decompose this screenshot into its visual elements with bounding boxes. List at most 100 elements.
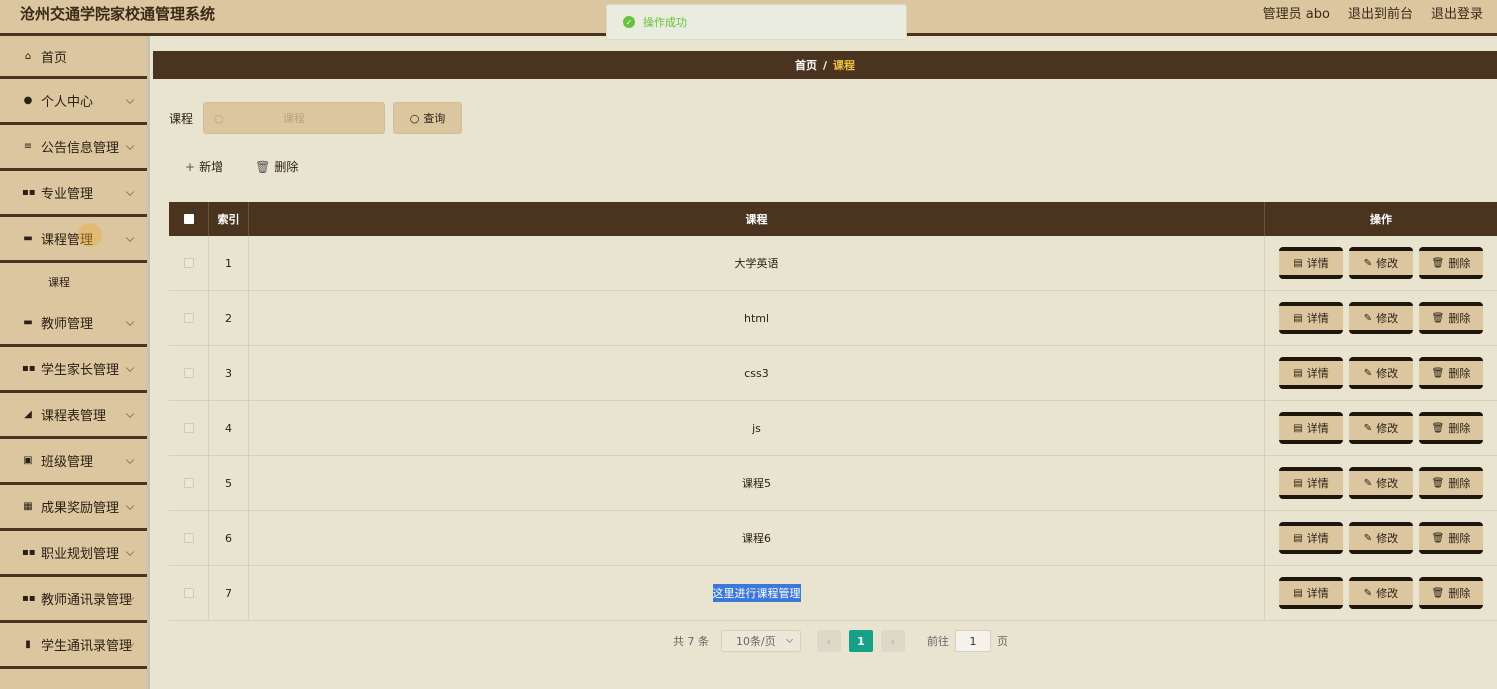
pagination-total: 共 7 条	[673, 635, 709, 648]
row-course-name: 这里进行课程管理	[249, 566, 1265, 620]
course-table: 索引 课程 操作 1 大学英语 ▤ 详情 ✎ 修改 🗑 删除 2 html ▤ 详情 ✎ 修改 🗑 删除 3 cs…	[169, 202, 1497, 621]
row-index-value: 4	[225, 421, 232, 435]
delete-button[interactable]: 🗑 删除	[1419, 412, 1483, 444]
trash-icon: 🗑	[1431, 587, 1445, 599]
detail-label: 详情	[1306, 532, 1329, 545]
chevron-right-icon: ›	[890, 634, 896, 648]
edit-button[interactable]: ✎ 修改	[1349, 412, 1413, 444]
delete-label: 删除	[1448, 587, 1471, 600]
row-operations: ▤ 详情 ✎ 修改 🗑 删除	[1265, 566, 1497, 620]
row-checkbox[interactable]	[183, 478, 194, 488]
page-number-current[interactable]: 1	[849, 630, 873, 652]
goto-page-input[interactable]: 1	[955, 630, 991, 652]
check-circle-icon: ✓	[623, 16, 635, 28]
table-row: 3 css3 ▤ 详情 ✎ 修改 🗑 删除	[169, 346, 1497, 401]
search-icon: ○	[409, 111, 420, 125]
select-all-checkbox[interactable]	[183, 214, 194, 224]
chevron-down-icon	[125, 501, 135, 510]
delete-button[interactable]: 🗑 删除	[1419, 522, 1483, 554]
edit-button[interactable]: ✎ 修改	[1349, 247, 1413, 279]
add-button[interactable]: + 新增	[185, 158, 223, 175]
detail-button[interactable]: ▤ 详情	[1279, 357, 1343, 389]
table-row: 6 课程6 ▤ 详情 ✎ 修改 🗑 删除	[169, 511, 1497, 566]
chevron-down-icon	[125, 317, 135, 326]
row-checkbox[interactable]	[183, 588, 194, 598]
edit-button[interactable]: ✎ 修改	[1349, 577, 1413, 609]
detail-button[interactable]: ▤ 详情	[1279, 302, 1343, 334]
document-icon: ▤	[1293, 367, 1303, 379]
sidebar-item-student-contacts[interactable]: ▮ 学生通讯录管理	[0, 623, 147, 669]
breadcrumb-home[interactable]: 首页	[795, 57, 817, 73]
sidebar-item-classes[interactable]: ▣ 班级管理	[0, 439, 147, 485]
delete-button[interactable]: 🗑 删除	[1419, 467, 1483, 499]
table-body: 1 大学英语 ▤ 详情 ✎ 修改 🗑 删除 2 html ▤ 详情 ✎ 修改 🗑 删除 3 css3 ▤ 详情 ✎ 修改 🗑…	[169, 236, 1497, 621]
edit-button[interactable]: ✎ 修改	[1349, 467, 1413, 499]
row-checkbox[interactable]	[183, 423, 194, 433]
logout-link[interactable]: 退出登录	[1431, 3, 1483, 22]
edit-button[interactable]: ✎ 修改	[1349, 357, 1413, 389]
sidebar-item-majors[interactable]: ▪▪ 专业管理	[0, 171, 147, 217]
detail-button[interactable]: ▤ 详情	[1279, 247, 1343, 279]
delete-button[interactable]: 🗑 删除	[1419, 247, 1483, 279]
action-row: + 新增 🗑 删除	[185, 158, 298, 175]
sidebar-item-label: 个人中心	[41, 95, 94, 110]
sidebar-item-label: 班级管理	[41, 455, 94, 470]
search-icon: ○	[214, 111, 224, 125]
sidebar-subitem-course[interactable]: 课程	[0, 263, 147, 301]
chevron-down-icon	[125, 409, 135, 418]
search-input[interactable]: ○ 课程	[203, 102, 386, 134]
row-checkbox[interactable]	[183, 368, 194, 378]
delete-button[interactable]: 🗑 删除	[1419, 577, 1483, 609]
edit-label: 修改	[1376, 367, 1399, 380]
page-size-select[interactable]: 10条/页	[721, 630, 801, 652]
row-index: 2	[209, 291, 249, 345]
query-button[interactable]: ○ 查询	[393, 102, 463, 134]
chart-icon: ◢	[24, 409, 32, 420]
batch-delete-label: 删除	[274, 160, 299, 174]
row-checkbox[interactable]	[183, 258, 194, 268]
edit-label: 修改	[1376, 422, 1399, 435]
trash-icon: 🗑	[1431, 477, 1445, 489]
sidebar-item-timetable[interactable]: ◢ 课程表管理	[0, 393, 147, 439]
plus-icon: +	[185, 160, 196, 174]
pencil-icon: ✎	[1363, 422, 1373, 434]
row-index: 7	[209, 566, 249, 620]
edit-button[interactable]: ✎ 修改	[1349, 522, 1413, 554]
row-checkbox-cell	[169, 511, 209, 565]
detail-label: 详情	[1306, 422, 1329, 435]
main-content: 首页 / 课程 课程 ○ 课程 ○ 查询 + 新增 🗑 删除 索引 课程 操作 1大…	[153, 36, 1497, 689]
sidebar-item-profile[interactable]: ● 个人中心	[0, 79, 147, 125]
detail-button[interactable]: ▤ 详情	[1279, 412, 1343, 444]
sidebar-item-parents[interactable]: ▪▪ 学生家长管理	[0, 347, 147, 393]
sidebar-item-home[interactable]: ⌂ 首页	[0, 36, 147, 79]
row-index: 4	[209, 401, 249, 455]
sidebar-item-teacher-contacts[interactable]: ▪▪ 教师通讯录管理	[0, 577, 147, 623]
row-index: 3	[209, 346, 249, 400]
sidebar-item-courses[interactable]: ▬ 课程管理	[0, 217, 147, 263]
sidebar-item-label: 成果奖励管理	[41, 501, 120, 516]
detail-button[interactable]: ▤ 详情	[1279, 577, 1343, 609]
batch-delete-button[interactable]: 🗑 删除	[255, 158, 298, 175]
delete-button[interactable]: 🗑 删除	[1419, 302, 1483, 334]
pencil-icon: ✎	[1363, 257, 1373, 269]
edit-button[interactable]: ✎ 修改	[1349, 302, 1413, 334]
detail-button[interactable]: ▤ 详情	[1279, 522, 1343, 554]
row-checkbox[interactable]	[183, 533, 194, 543]
row-checkbox[interactable]	[183, 313, 194, 323]
edit-label: 修改	[1376, 257, 1399, 270]
next-page-button[interactable]: ›	[881, 630, 905, 652]
add-button-label: 新增	[199, 160, 224, 174]
delete-button[interactable]: 🗑 删除	[1419, 357, 1483, 389]
detail-button[interactable]: ▤ 详情	[1279, 467, 1343, 499]
table-header: 索引 课程 操作	[169, 202, 1497, 236]
delete-label: 删除	[1448, 477, 1471, 490]
sidebar-item-awards[interactable]: ▦ 成果奖励管理	[0, 485, 147, 531]
exit-to-front-link[interactable]: 退出到前台	[1348, 3, 1413, 22]
sidebar-item-career[interactable]: ▪▪ 职业规划管理	[0, 531, 147, 577]
row-operations: ▤ 详情 ✎ 修改 🗑 删除	[1265, 456, 1497, 510]
page-unit-label: 页	[997, 635, 1008, 648]
row-operations: ▤ 详情 ✎ 修改 🗑 删除	[1265, 401, 1497, 455]
sidebar-item-notices[interactable]: ≡ 公告信息管理	[0, 125, 147, 171]
prev-page-button[interactable]: ‹	[817, 630, 841, 652]
sidebar-item-teachers[interactable]: ▬ 教师管理	[0, 301, 147, 347]
